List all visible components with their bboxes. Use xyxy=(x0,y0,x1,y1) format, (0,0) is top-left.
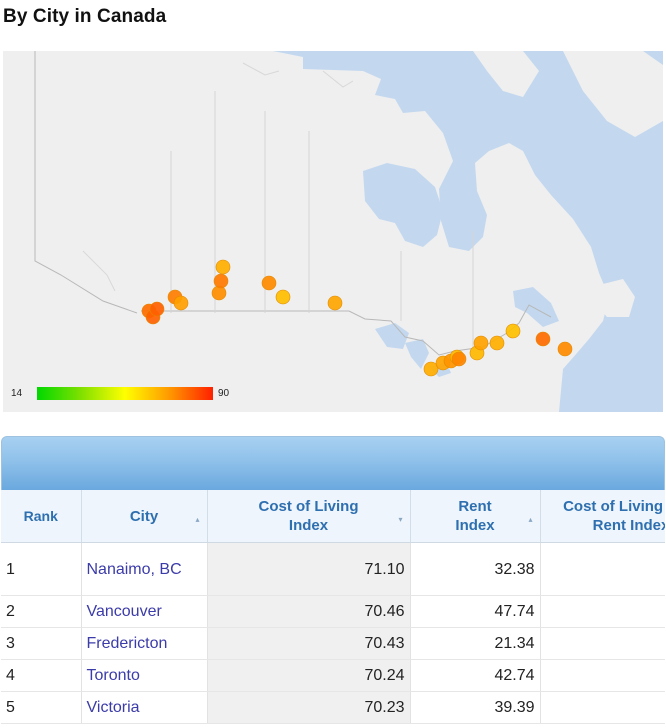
north-america-land xyxy=(3,51,609,412)
cost-plus-rent-cell xyxy=(540,542,665,596)
rank-cell: 1 xyxy=(1,542,82,596)
cost-of-living-cell: 70.23 xyxy=(207,691,411,724)
city-marker[interactable] xyxy=(215,259,231,275)
city-marker[interactable] xyxy=(505,323,521,339)
table-row: 3 Fredericton 70.43 21.34 xyxy=(1,627,665,660)
column-header-city[interactable]: City ▴ xyxy=(81,490,208,543)
rent-cell: 39.39 xyxy=(410,691,541,724)
city-link[interactable]: Fredericton xyxy=(87,634,168,653)
cost-of-living-cell: 70.46 xyxy=(207,595,411,628)
city-marker[interactable] xyxy=(489,335,505,351)
rent-cell: 21.34 xyxy=(410,627,541,660)
city-link[interactable]: Victoria xyxy=(87,698,140,717)
city-marker[interactable] xyxy=(451,351,467,367)
rent-cell: 42.74 xyxy=(410,659,541,692)
land xyxy=(3,51,663,412)
cities-table: Rank City ▴ Cost of Living Index ▾ Rent In… xyxy=(1,436,665,727)
table-row: 5 Victoria 70.23 39.39 xyxy=(1,691,665,724)
city-marker[interactable] xyxy=(211,285,227,301)
sort-asc-icon: ▴ xyxy=(528,515,533,524)
cost-of-living-map[interactable]: 14 90 xyxy=(3,51,663,412)
cost-plus-rent-cell xyxy=(540,627,665,660)
cost-table: Rank City ▴ Cost of Living Index ▾ Rent In… xyxy=(1,490,665,724)
city-marker[interactable] xyxy=(327,295,343,311)
table-row: 4 Toronto 70.24 42.74 xyxy=(1,659,665,692)
cost-plus-rent-cell xyxy=(540,595,665,628)
rank-cell: 3 xyxy=(1,627,82,660)
sort-asc-icon: ▴ xyxy=(195,515,200,524)
cost-of-living-cell: 70.43 xyxy=(207,627,411,660)
city-marker[interactable] xyxy=(473,335,489,351)
cost-of-living-cell: 71.10 xyxy=(207,542,411,596)
city-marker[interactable] xyxy=(557,341,573,357)
arctic-island-2 xyxy=(563,51,663,137)
city-marker[interactable] xyxy=(275,289,291,305)
column-header-rank[interactable]: Rank xyxy=(1,490,82,543)
column-header-rent[interactable]: Rent Index ▴ xyxy=(410,490,541,543)
rank-cell: 5 xyxy=(1,691,82,724)
city-marker[interactable] xyxy=(213,273,229,289)
cost-plus-rent-cell xyxy=(540,659,665,692)
map-canvas xyxy=(3,51,663,412)
color-legend: 14 90 xyxy=(9,385,229,401)
city-marker[interactable] xyxy=(535,331,551,347)
page-title: By City in Canada xyxy=(3,6,167,27)
sort-desc-icon: ▾ xyxy=(398,515,403,524)
cost-plus-rent-cell xyxy=(540,691,665,724)
city-link[interactable]: Nanaimo, BC xyxy=(87,560,182,579)
city-marker[interactable] xyxy=(173,295,189,311)
city-marker[interactable] xyxy=(261,275,277,291)
table-row: 2 Vancouver 70.46 47.74 xyxy=(1,595,665,628)
rent-cell: 32.38 xyxy=(410,542,541,596)
table-header-band xyxy=(1,436,665,490)
legend-gradient-bar xyxy=(37,386,213,400)
legend-min-label: 14 xyxy=(11,387,23,399)
table-header-row: Rank City ▴ Cost of Living Index ▾ Rent In… xyxy=(1,490,665,543)
city-link[interactable]: Vancouver xyxy=(87,602,162,621)
city-marker[interactable] xyxy=(149,301,165,317)
table-row: 1 Nanaimo, BC 71.10 32.38 xyxy=(1,542,665,596)
rent-cell: 47.74 xyxy=(410,595,541,628)
legend-max-label: 90 xyxy=(218,387,230,399)
rank-cell: 4 xyxy=(1,659,82,692)
cost-of-living-cell: 70.24 xyxy=(207,659,411,692)
column-header-cost-plus-rent[interactable]: Cost of Living Plus Rent Index xyxy=(540,490,665,543)
rank-cell: 2 xyxy=(1,595,82,628)
column-header-cost-of-living[interactable]: Cost of Living Index ▾ xyxy=(207,490,411,543)
city-link[interactable]: Toronto xyxy=(87,666,140,685)
arctic-island-1 xyxy=(473,51,539,97)
